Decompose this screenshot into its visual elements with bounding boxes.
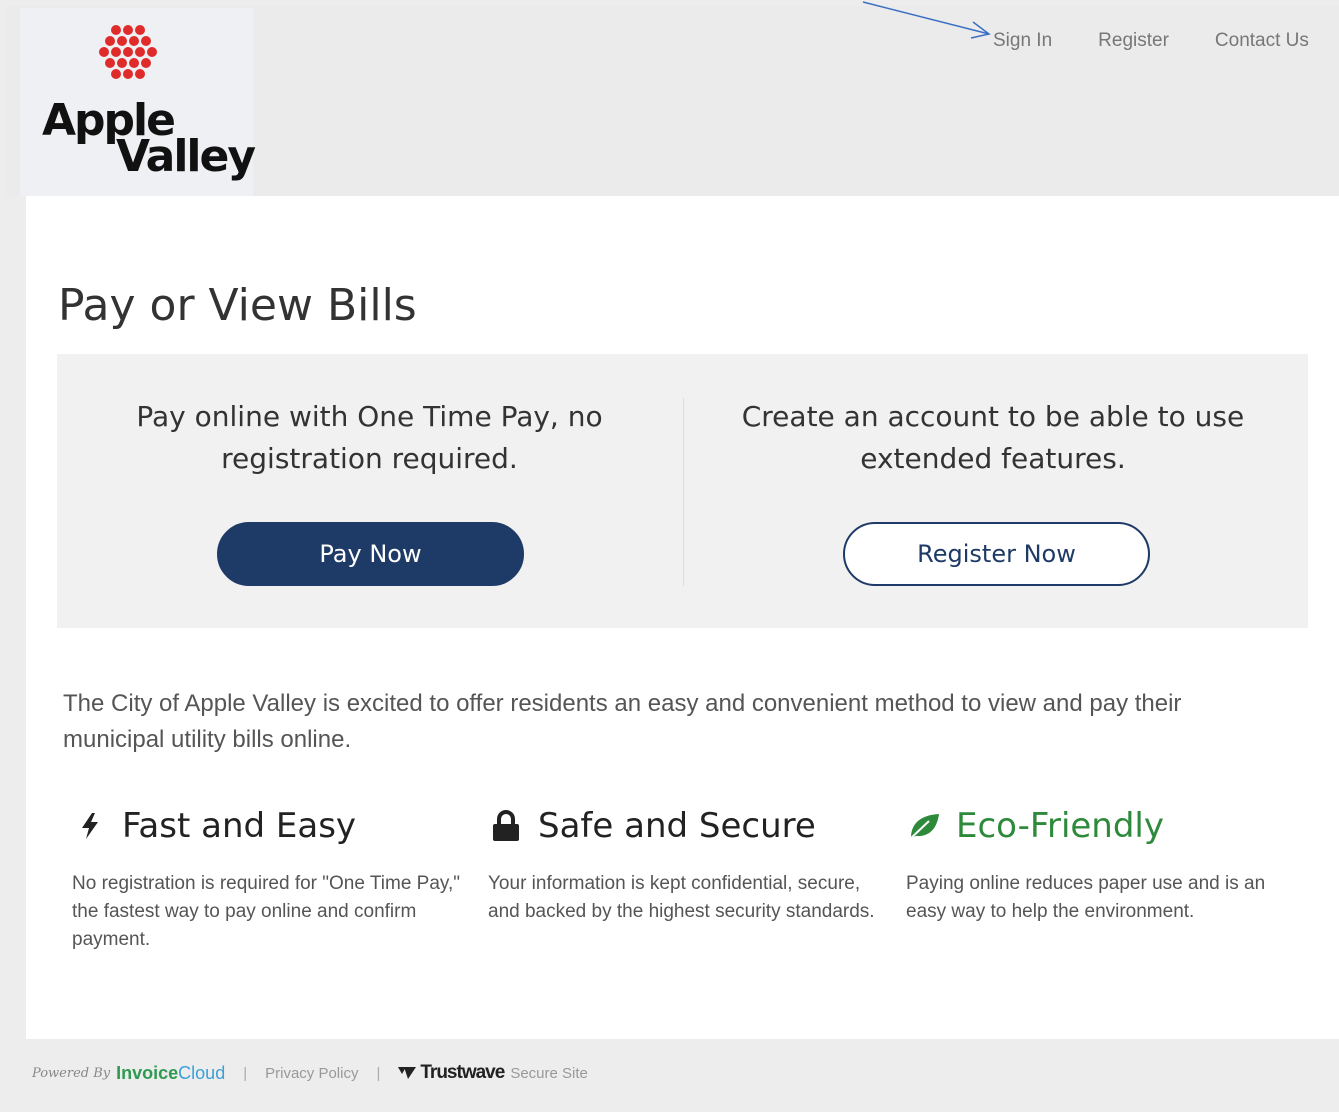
logo-dots-icon	[99, 25, 157, 79]
register-now-button[interactable]: Register Now	[843, 522, 1150, 586]
lightning-icon	[72, 812, 108, 840]
annotation-arrow-icon	[862, 1, 991, 39]
powered-by-text: Powered By	[32, 1065, 111, 1081]
footer: Powered By Invoice Cloud | Privacy Policy…	[32, 1062, 588, 1084]
feature-eco-friendly: Eco-Friendly Paying online reduces paper…	[906, 806, 1306, 926]
lock-icon	[488, 810, 524, 842]
nav-contact-us[interactable]: Contact Us	[1215, 30, 1309, 52]
trustwave-icon	[398, 1067, 417, 1079]
trustwave-logo[interactable]: Trustwave	[420, 1062, 505, 1084]
header: Apple Valley Sign In Register Contact Us	[6, 1, 1339, 196]
feature-fast-easy: Fast and Easy No registration is require…	[72, 806, 472, 954]
footer-separator: |	[243, 1064, 248, 1082]
register-text: Create an account to be able to use exte…	[741, 400, 1245, 475]
feature-description: Paying online reduces paper use and is a…	[906, 873, 1266, 922]
pay-now-button[interactable]: Pay Now	[217, 522, 524, 586]
apple-valley-logo[interactable]: Apple Valley	[20, 8, 256, 196]
feature-title-text: Safe and Secure	[538, 806, 816, 846]
feature-title-text: Fast and Easy	[122, 806, 357, 846]
one-time-pay-section: Pay online with One Time Pay, no registr…	[57, 354, 682, 628]
secure-site-text: Secure Site	[510, 1064, 588, 1082]
invoicecloud-logo-suffix[interactable]: Cloud	[178, 1063, 225, 1084]
feature-title: Fast and Easy	[72, 806, 472, 846]
feature-title: Safe and Secure	[488, 806, 888, 846]
top-nav: Sign In Register Contact Us	[993, 30, 1309, 52]
privacy-policy-link[interactable]: Privacy Policy	[265, 1065, 358, 1082]
register-section: Create an account to be able to use exte…	[683, 354, 1308, 628]
page: Apple Valley Sign In Register Contact Us…	[6, 1, 1339, 1112]
leaf-icon	[906, 811, 942, 841]
cta-panel: Pay online with One Time Pay, no registr…	[57, 354, 1308, 628]
logo-text: Apple Valley	[42, 99, 256, 182]
feature-safe-secure: Safe and Secure Your information is kept…	[488, 806, 888, 926]
main-content: Pay or View Bills Pay online with One Ti…	[26, 196, 1339, 1039]
footer-separator: |	[376, 1064, 381, 1082]
feature-description: Your information is kept confidential, s…	[488, 873, 875, 922]
one-time-pay-text: Pay online with One Time Pay, no registr…	[136, 400, 603, 475]
intro-text: The City of Apple Valley is excited to o…	[63, 690, 1182, 753]
feature-title-text: Eco-Friendly	[956, 806, 1165, 846]
logo-line-2: Valley	[116, 130, 256, 182]
nav-register[interactable]: Register	[1098, 30, 1169, 52]
feature-description: No registration is required for "One Tim…	[72, 873, 461, 950]
invoicecloud-logo[interactable]: Invoice	[116, 1063, 178, 1084]
nav-sign-in[interactable]: Sign In	[993, 30, 1052, 52]
feature-title: Eco-Friendly	[906, 806, 1306, 846]
page-title: Pay or View Bills	[58, 280, 417, 331]
